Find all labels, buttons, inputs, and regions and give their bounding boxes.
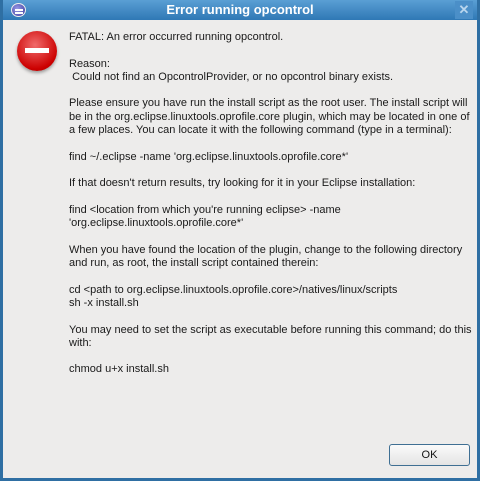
title-bar[interactable]: Error running opcontrol ✕: [3, 0, 477, 20]
eclipse-app-icon: [11, 3, 26, 17]
message-line: Could not find an OpcontrolProvider, or …: [69, 70, 394, 83]
message-line: Reason:: [69, 57, 110, 70]
message-line: When you have found the location of the …: [69, 243, 466, 270]
message-line: Please ensure you have run the install s…: [69, 97, 473, 137]
message-line: chmod u+x install.sh: [69, 363, 169, 376]
message-line: find ~/.eclipse -name 'org.eclipse.linux…: [69, 150, 349, 163]
window-title: Error running opcontrol: [166, 2, 314, 17]
close-icon[interactable]: ✕: [455, 1, 473, 19]
error-message: FATAL: An error occurred running opcontr…: [69, 31, 474, 377]
message-line: [69, 350, 474, 363]
message-line: [69, 84, 474, 97]
message-line: [69, 44, 474, 57]
message-line: [69, 137, 474, 150]
message-line: sh -x install.sh: [69, 296, 139, 309]
ok-button[interactable]: OK: [389, 444, 470, 466]
message-line: [69, 270, 474, 283]
message-line: FATAL: An error occurred running opcontr…: [69, 31, 284, 43]
message-line: You may need to set the script as execut…: [69, 323, 475, 349]
error-icon: [17, 31, 57, 71]
message-line: [69, 310, 474, 323]
error-dialog: Error running opcontrol ✕ FATAL: An erro…: [0, 0, 480, 481]
message-line: cd <path to org.eclipse.linuxtools.oprof…: [69, 283, 398, 296]
message-line: If that doesn't return results, try look…: [69, 177, 416, 190]
message-line: [69, 164, 474, 177]
message-line: [69, 191, 474, 204]
message-line: find <location from which you're running…: [69, 203, 344, 230]
message-line: [69, 230, 474, 243]
